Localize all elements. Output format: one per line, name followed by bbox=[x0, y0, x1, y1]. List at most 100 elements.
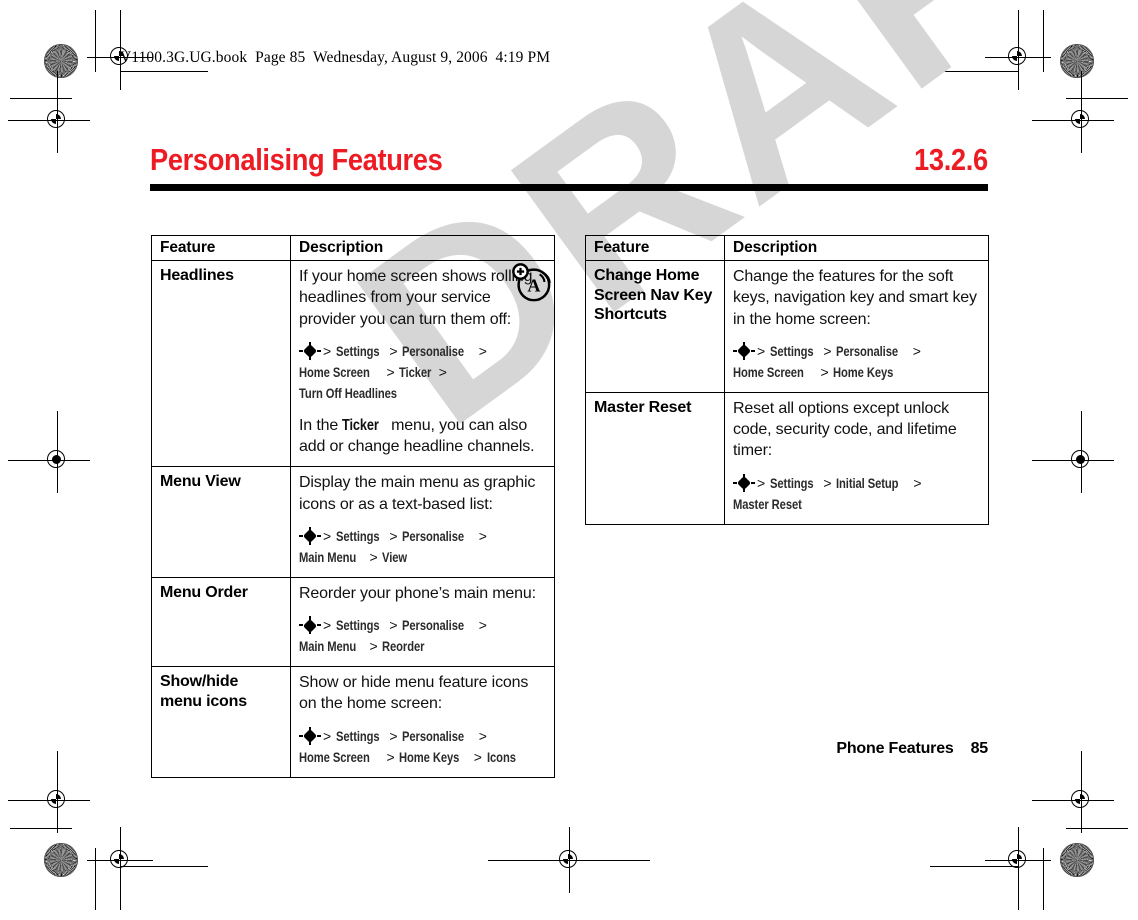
title-rule bbox=[150, 184, 988, 191]
menu-item: Settings bbox=[769, 342, 814, 359]
registration-mark-top-right bbox=[985, 24, 1051, 90]
trim-line-bottom-left-vertical bbox=[95, 848, 97, 910]
registration-mark-bottom-right bbox=[985, 827, 1051, 893]
trim-line-bottom-right-vertical-2 bbox=[1018, 832, 1020, 910]
menu-item: Settings bbox=[335, 342, 380, 359]
nav-key-icon bbox=[299, 616, 321, 635]
menu-item: Home Keys bbox=[399, 748, 460, 765]
menu-path: > Settings > Personalise > Main Menu > View bbox=[299, 526, 546, 568]
left-feature-table: Feature Description Headlines A If your … bbox=[151, 235, 555, 778]
table-row: Menu View Display the main menu as graph… bbox=[151, 466, 555, 578]
trim-line-right-lower bbox=[1066, 828, 1128, 830]
table-row: Menu Order Reorder your phone’s main men… bbox=[151, 576, 555, 668]
trim-line-top-left-vertical bbox=[95, 10, 97, 72]
starburst-registration-mark-top-right bbox=[1060, 44, 1094, 78]
registration-mark-middle-left bbox=[8, 411, 90, 493]
svg-text:A: A bbox=[527, 276, 540, 296]
menu-item: Personalise bbox=[402, 617, 465, 634]
menu-item: Main Menu bbox=[299, 638, 357, 655]
feature-name: Headlines bbox=[151, 259, 291, 468]
feature-description: Reset all options except unlock code, se… bbox=[724, 391, 989, 525]
feature-description: Display the main menu as graphic icons o… bbox=[290, 466, 555, 578]
starburst-registration-mark-bottom-right bbox=[1060, 843, 1094, 877]
menu-item: Personalise bbox=[836, 342, 899, 359]
feature-description: Reorder your phone’s main menu: > Settin… bbox=[290, 576, 555, 668]
starburst-registration-mark-top-left bbox=[44, 44, 78, 78]
starburst-registration-mark-bottom-left bbox=[44, 843, 78, 877]
para2-before: In the bbox=[299, 416, 343, 434]
trim-line-left-upper bbox=[10, 98, 72, 100]
nav-key-icon bbox=[733, 341, 755, 360]
table-header-row: Feature Description bbox=[585, 235, 989, 261]
table-row: Headlines A If your home screen shows ro… bbox=[151, 259, 555, 468]
menu-path: > Settings > Personalise > Home Screen > Ho… bbox=[733, 341, 980, 383]
page-title: Personalising Features bbox=[150, 142, 443, 177]
menu-item: View bbox=[382, 548, 408, 565]
menu-item: Turn Off Headlines bbox=[299, 384, 397, 401]
table-row: Show/hide menu icons Show or hide menu f… bbox=[151, 666, 555, 778]
trim-line-top-right-horizontal bbox=[930, 71, 1018, 73]
column-header-description: Description bbox=[724, 235, 989, 261]
registration-mark-upper-right-corner bbox=[1032, 71, 1114, 153]
menu-item: Home Screen bbox=[299, 363, 370, 380]
page-footer: Phone Features 85 bbox=[836, 740, 988, 757]
trim-line-bottom-right-vertical bbox=[1043, 848, 1045, 910]
menu-item: Master Reset bbox=[733, 495, 802, 512]
registration-mark-bottom-center bbox=[488, 827, 650, 893]
description-paragraph: If your home screen shows rolling headli… bbox=[299, 268, 533, 328]
menu-item: Home Keys bbox=[833, 363, 894, 380]
description-paragraph: Show or hide menu feature icons on the h… bbox=[299, 674, 529, 713]
feature-name: Change Home Screen Nav Key Shortcuts bbox=[585, 260, 725, 393]
nav-key-icon bbox=[299, 526, 321, 545]
description-paragraph: Display the main menu as graphic icons o… bbox=[299, 474, 536, 513]
menu-item: Settings bbox=[769, 474, 814, 491]
description-paragraph: Reorder your phone’s main menu: bbox=[299, 584, 536, 602]
headline-a-icon: A bbox=[512, 263, 551, 302]
column-header-feature: Feature bbox=[151, 235, 291, 261]
column-header-description: Description bbox=[290, 235, 555, 261]
menu-item: Personalise bbox=[402, 727, 465, 744]
nav-key-icon bbox=[299, 341, 321, 360]
feature-name: Menu View bbox=[151, 466, 291, 578]
registration-mark-lower-right-corner bbox=[1032, 751, 1114, 833]
feature-description: Show or hide menu feature icons on the h… bbox=[290, 666, 555, 778]
nav-key-icon bbox=[299, 726, 321, 745]
menu-item: Home Screen bbox=[733, 363, 804, 380]
description-paragraph: Reset all options except unlock code, se… bbox=[733, 399, 957, 460]
menu-path: > Settings > Personalise > Main Menu > Reor… bbox=[299, 615, 546, 657]
menu-path: > Settings > Personalise > Home Screen > Ho… bbox=[299, 726, 546, 768]
menu-item-inline: Ticker bbox=[342, 416, 380, 434]
menu-path: > Settings > Personalise > Home Screen > Ti… bbox=[299, 341, 546, 404]
right-feature-table: Feature Description Change Home Screen N… bbox=[585, 235, 989, 525]
menu-path: > Settings > Initial Setup > Master Reset bbox=[733, 473, 980, 515]
menu-item: Personalise bbox=[402, 342, 465, 359]
trim-line-right-upper bbox=[1066, 98, 1128, 100]
menu-item: Initial Setup bbox=[836, 474, 899, 491]
menu-item: Personalise bbox=[402, 527, 465, 544]
feature-name: Master Reset bbox=[585, 391, 725, 525]
table-header-row: Feature Description bbox=[151, 235, 555, 261]
printed-page: V1100.3G.UG.book Page 85 Wednesday, Augu… bbox=[0, 0, 1138, 920]
table-row: Change Home Screen Nav Key Shortcuts Cha… bbox=[585, 260, 989, 393]
trim-line-bottom-right-horizontal bbox=[930, 866, 1018, 868]
table-row: Master Reset Reset all options except un… bbox=[585, 391, 989, 525]
registration-mark-bottom-left bbox=[87, 827, 153, 893]
section-number: 13.2.6 bbox=[914, 142, 988, 177]
menu-item: Settings bbox=[335, 727, 380, 744]
trim-line-bottom-left-vertical-2 bbox=[120, 832, 122, 910]
feature-name: Show/hide menu icons bbox=[151, 666, 291, 778]
feature-description: A If your home screen shows rolling head… bbox=[290, 259, 555, 468]
menu-item: Home Screen bbox=[299, 748, 370, 765]
registration-mark-middle-right bbox=[1032, 411, 1114, 493]
description-paragraph: Change the features for the soft keys, n… bbox=[733, 268, 977, 328]
menu-item: Icons bbox=[486, 748, 516, 765]
feature-description: Change the features for the soft keys, n… bbox=[724, 260, 989, 393]
book-file-header: V1100.3G.UG.book Page 85 Wednesday, Augu… bbox=[120, 49, 551, 66]
column-header-feature: Feature bbox=[585, 235, 725, 261]
menu-item: Settings bbox=[335, 617, 380, 634]
registration-mark-lower-left-corner bbox=[8, 751, 90, 833]
trim-line-top-right-vertical-2 bbox=[1018, 10, 1020, 88]
menu-item: Ticker bbox=[399, 363, 432, 380]
trim-line-left-lower bbox=[10, 828, 72, 830]
menu-item: Main Menu bbox=[299, 548, 357, 565]
